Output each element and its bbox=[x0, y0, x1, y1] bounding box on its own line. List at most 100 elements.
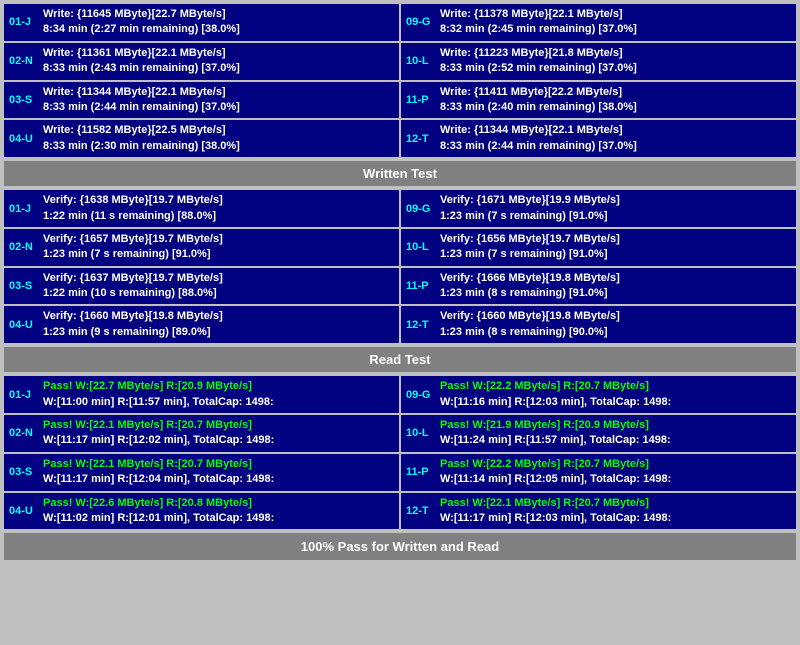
write-cell-09g: 09-G Write: {11378 MByte}[22.1 MByte/s] … bbox=[401, 4, 796, 41]
write-line2-12t: 8:33 min (2:44 min remaining) [37.0%] bbox=[440, 139, 791, 154]
verify-line2-12t: 1:23 min (8 s remaining) [90.0%] bbox=[440, 325, 791, 340]
read-section: 01-J Pass! W:[22.7 MByte/s] R:[20.9 MByt… bbox=[4, 376, 796, 529]
read-cell-01j: 01-J Pass! W:[22.7 MByte/s] R:[20.9 MByt… bbox=[4, 376, 399, 413]
read-line1-01j: Pass! W:[22.7 MByte/s] R:[20.9 MByte/s] bbox=[43, 379, 394, 394]
write-cell-12t: 12-T Write: {11344 MByte}[22.1 MByte/s] … bbox=[401, 120, 796, 157]
read-line1-12t: Pass! W:[22.1 MByte/s] R:[20.7 MByte/s] bbox=[440, 496, 791, 511]
read-line1-09g: Pass! W:[22.2 MByte/s] R:[20.7 MByte/s] bbox=[440, 379, 791, 394]
read-line2-10l: W:[11:24 min] R:[11:57 min], TotalCap: 1… bbox=[440, 433, 791, 448]
read-id-03s: 03-S bbox=[9, 457, 37, 488]
write-line1-04u: Write: {11582 MByte}[22.5 MByte/s] bbox=[43, 123, 394, 138]
verify-cell-03s: 03-S Verify: {1637 MByte}[19.7 MByte/s] … bbox=[4, 268, 399, 305]
verify-id-02n: 02-N bbox=[9, 232, 37, 263]
read-test-header: Read Test bbox=[4, 347, 796, 372]
verify-id-11p: 11-P bbox=[406, 271, 434, 302]
write-cell-01j: 01-J Write: {11645 MByte}[22.7 MByte/s] … bbox=[4, 4, 399, 41]
verify-content-11p: Verify: {1666 MByte}[19.8 MByte/s] 1:23 … bbox=[440, 271, 791, 302]
read-cell-10l: 10-L Pass! W:[21.9 MByte/s] R:[20.9 MByt… bbox=[401, 415, 796, 452]
verify-line1-11p: Verify: {1666 MByte}[19.8 MByte/s] bbox=[440, 271, 791, 286]
read-line1-11p: Pass! W:[22.2 MByte/s] R:[20.7 MByte/s] bbox=[440, 457, 791, 472]
verify-grid: 01-J Verify: {1638 MByte}[19.7 MByte/s] … bbox=[4, 190, 796, 343]
verify-content-04u: Verify: {1660 MByte}[19.8 MByte/s] 1:23 … bbox=[43, 309, 394, 340]
read-id-01j: 01-J bbox=[9, 379, 37, 410]
read-content-11p: Pass! W:[22.2 MByte/s] R:[20.7 MByte/s] … bbox=[440, 457, 791, 488]
verify-cell-11p: 11-P Verify: {1666 MByte}[19.8 MByte/s] … bbox=[401, 268, 796, 305]
write-cell-02n: 02-N Write: {11361 MByte}[22.1 MByte/s] … bbox=[4, 43, 399, 80]
write-cell-11p: 11-P Write: {11411 MByte}[22.2 MByte/s] … bbox=[401, 82, 796, 119]
write-content-12t: Write: {11344 MByte}[22.1 MByte/s] 8:33 … bbox=[440, 123, 791, 154]
write-line1-02n: Write: {11361 MByte}[22.1 MByte/s] bbox=[43, 46, 394, 61]
read-grid: 01-J Pass! W:[22.7 MByte/s] R:[20.9 MByt… bbox=[4, 376, 796, 529]
read-content-02n: Pass! W:[22.1 MByte/s] R:[20.7 MByte/s] … bbox=[43, 418, 394, 449]
read-id-04u: 04-U bbox=[9, 496, 37, 527]
write-line2-02n: 8:33 min (2:43 min remaining) [37.0%] bbox=[43, 61, 394, 76]
drive-id-12t: 12-T bbox=[406, 123, 434, 154]
write-line2-01j: 8:34 min (2:27 min remaining) [38.0%] bbox=[43, 22, 394, 37]
read-id-10l: 10-L bbox=[406, 418, 434, 449]
write-grid: 01-J Write: {11645 MByte}[22.7 MByte/s] … bbox=[4, 4, 796, 157]
write-content-10l: Write: {11223 MByte}[21.8 MByte/s] 8:33 … bbox=[440, 46, 791, 77]
read-id-02n: 02-N bbox=[9, 418, 37, 449]
verify-id-01j: 01-J bbox=[9, 193, 37, 224]
read-cell-12t: 12-T Pass! W:[22.1 MByte/s] R:[20.7 MByt… bbox=[401, 493, 796, 530]
write-content-03s: Write: {11344 MByte}[22.1 MByte/s] 8:33 … bbox=[43, 85, 394, 116]
verify-line1-10l: Verify: {1656 MByte}[19.7 MByte/s] bbox=[440, 232, 791, 247]
read-line1-04u: Pass! W:[22.6 MByte/s] R:[20.8 MByte/s] bbox=[43, 496, 394, 511]
verify-content-12t: Verify: {1660 MByte}[19.8 MByte/s] 1:23 … bbox=[440, 309, 791, 340]
write-line2-04u: 8:33 min (2:30 min remaining) [38.0%] bbox=[43, 139, 394, 154]
verify-content-01j: Verify: {1638 MByte}[19.7 MByte/s] 1:22 … bbox=[43, 193, 394, 224]
read-line2-02n: W:[11:17 min] R:[12:02 min], TotalCap: 1… bbox=[43, 433, 394, 448]
write-content-04u: Write: {11582 MByte}[22.5 MByte/s] 8:33 … bbox=[43, 123, 394, 154]
verify-content-03s: Verify: {1637 MByte}[19.7 MByte/s] 1:22 … bbox=[43, 271, 394, 302]
drive-id-02n: 02-N bbox=[9, 46, 37, 77]
read-line2-11p: W:[11:14 min] R:[12:05 min], TotalCap: 1… bbox=[440, 472, 791, 487]
write-line1-01j: Write: {11645 MByte}[22.7 MByte/s] bbox=[43, 7, 394, 22]
verify-cell-12t: 12-T Verify: {1660 MByte}[19.8 MByte/s] … bbox=[401, 306, 796, 343]
write-line1-12t: Write: {11344 MByte}[22.1 MByte/s] bbox=[440, 123, 791, 138]
write-cell-10l: 10-L Write: {11223 MByte}[21.8 MByte/s] … bbox=[401, 43, 796, 80]
drive-id-10l: 10-L bbox=[406, 46, 434, 77]
verify-id-09g: 09-G bbox=[406, 193, 434, 224]
verify-cell-01j: 01-J Verify: {1638 MByte}[19.7 MByte/s] … bbox=[4, 190, 399, 227]
verify-line2-10l: 1:23 min (7 s remaining) [91.0%] bbox=[440, 247, 791, 262]
verify-cell-02n: 02-N Verify: {1657 MByte}[19.7 MByte/s] … bbox=[4, 229, 399, 266]
verify-cell-04u: 04-U Verify: {1660 MByte}[19.8 MByte/s] … bbox=[4, 306, 399, 343]
write-line1-10l: Write: {11223 MByte}[21.8 MByte/s] bbox=[440, 46, 791, 61]
write-line2-09g: 8:32 min (2:45 min remaining) [37.0%] bbox=[440, 22, 791, 37]
write-line2-10l: 8:33 min (2:52 min remaining) [37.0%] bbox=[440, 61, 791, 76]
write-cell-04u: 04-U Write: {11582 MByte}[22.5 MByte/s] … bbox=[4, 120, 399, 157]
read-content-04u: Pass! W:[22.6 MByte/s] R:[20.8 MByte/s] … bbox=[43, 496, 394, 527]
read-cell-04u: 04-U Pass! W:[22.6 MByte/s] R:[20.8 MByt… bbox=[4, 493, 399, 530]
verify-content-10l: Verify: {1656 MByte}[19.7 MByte/s] 1:23 … bbox=[440, 232, 791, 263]
read-cell-09g: 09-G Pass! W:[22.2 MByte/s] R:[20.7 MByt… bbox=[401, 376, 796, 413]
read-line1-02n: Pass! W:[22.1 MByte/s] R:[20.7 MByte/s] bbox=[43, 418, 394, 433]
drive-id-03s: 03-S bbox=[9, 85, 37, 116]
read-line2-12t: W:[11:17 min] R:[12:03 min], TotalCap: 1… bbox=[440, 511, 791, 526]
write-content-09g: Write: {11378 MByte}[22.1 MByte/s] 8:32 … bbox=[440, 7, 791, 38]
verify-content-09g: Verify: {1671 MByte}[19.9 MByte/s] 1:23 … bbox=[440, 193, 791, 224]
main-container: 01-J Write: {11645 MByte}[22.7 MByte/s] … bbox=[0, 0, 800, 564]
verify-line2-04u: 1:23 min (9 s remaining) [89.0%] bbox=[43, 325, 394, 340]
verify-line2-02n: 1:23 min (7 s remaining) [91.0%] bbox=[43, 247, 394, 262]
read-content-10l: Pass! W:[21.9 MByte/s] R:[20.9 MByte/s] … bbox=[440, 418, 791, 449]
verify-line2-01j: 1:22 min (11 s remaining) [88.0%] bbox=[43, 209, 394, 224]
write-section: 01-J Write: {11645 MByte}[22.7 MByte/s] … bbox=[4, 4, 796, 157]
read-line2-01j: W:[11:00 min] R:[11:57 min], TotalCap: 1… bbox=[43, 395, 394, 410]
read-cell-02n: 02-N Pass! W:[22.1 MByte/s] R:[20.7 MByt… bbox=[4, 415, 399, 452]
read-id-12t: 12-T bbox=[406, 496, 434, 527]
read-content-12t: Pass! W:[22.1 MByte/s] R:[20.7 MByte/s] … bbox=[440, 496, 791, 527]
write-line2-11p: 8:33 min (2:40 min remaining) [38.0%] bbox=[440, 100, 791, 115]
verify-section: 01-J Verify: {1638 MByte}[19.7 MByte/s] … bbox=[4, 190, 796, 343]
read-content-01j: Pass! W:[22.7 MByte/s] R:[20.9 MByte/s] … bbox=[43, 379, 394, 410]
verify-id-04u: 04-U bbox=[9, 309, 37, 340]
verify-content-02n: Verify: {1657 MByte}[19.7 MByte/s] 1:23 … bbox=[43, 232, 394, 263]
verify-line1-03s: Verify: {1637 MByte}[19.7 MByte/s] bbox=[43, 271, 394, 286]
written-test-header: Written Test bbox=[4, 161, 796, 186]
verify-cell-09g: 09-G Verify: {1671 MByte}[19.9 MByte/s] … bbox=[401, 190, 796, 227]
drive-id-09g: 09-G bbox=[406, 7, 434, 38]
write-line2-03s: 8:33 min (2:44 min remaining) [37.0%] bbox=[43, 100, 394, 115]
write-line1-09g: Write: {11378 MByte}[22.1 MByte/s] bbox=[440, 7, 791, 22]
read-line2-09g: W:[11:16 min] R:[12:03 min], TotalCap: 1… bbox=[440, 395, 791, 410]
verify-id-12t: 12-T bbox=[406, 309, 434, 340]
read-line2-04u: W:[11:02 min] R:[12:01 min], TotalCap: 1… bbox=[43, 511, 394, 526]
